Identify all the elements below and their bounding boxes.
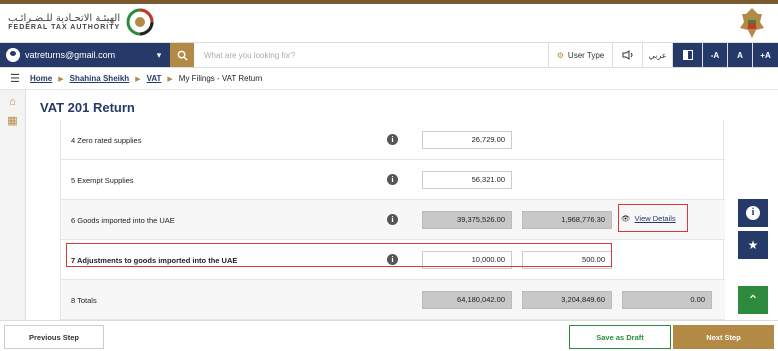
- breadcrumb-vat[interactable]: VAT: [147, 74, 162, 83]
- fta-emblem-icon: [126, 8, 154, 36]
- logo-english-text: FEDERAL TAX AUTHORITY: [8, 24, 121, 31]
- amount-field[interactable]: 26,729.00: [422, 131, 512, 149]
- uae-emblem-icon: [740, 8, 764, 38]
- page-title: VAT 201 Return: [40, 100, 135, 115]
- contrast-icon: [682, 50, 693, 60]
- breadcrumb-separator-icon: ▶: [167, 76, 173, 83]
- breadcrumb-bar: ☰ Home ▶ Shahina Sheikh ▶ VAT ▶ My Filings - V…: [0, 68, 778, 90]
- user-email: vatreturns@gmail.com: [25, 50, 116, 60]
- row-label: 6 Goods imported into the UAE: [71, 215, 175, 225]
- avatar-icon: [6, 48, 20, 62]
- site-header: الهيئـة الاتحـادية للـضـرائـب FEDERAL TA…: [0, 4, 778, 42]
- gear-icon: ⚙: [556, 50, 564, 60]
- highlight-box: [66, 243, 612, 267]
- search-input[interactable]: What are you looking for?: [194, 43, 549, 67]
- total-vat-field: 3,204,849.60: [522, 291, 612, 309]
- user-account-menu[interactable]: vatreturns@gmail.com: [0, 43, 148, 67]
- breadcrumb-user[interactable]: Shahina Sheikh: [70, 74, 130, 83]
- row-label: 4 Zero rated supplies: [71, 135, 142, 145]
- side-nav: ⌂ ▦: [0, 90, 26, 320]
- chevron-down-icon[interactable]: ▾: [148, 43, 170, 67]
- double-chevron-up-icon: ⌃: [747, 291, 759, 308]
- font-reset-button[interactable]: A: [728, 43, 753, 67]
- row-label: 8 Totals: [71, 295, 97, 305]
- top-toolbar: vatreturns@gmail.com ▾ What are you look…: [0, 42, 778, 68]
- breadcrumb-separator-icon: ▶: [58, 76, 64, 83]
- home-icon[interactable]: ⌂: [0, 96, 25, 108]
- previous-step-button[interactable]: Previous Step: [4, 325, 104, 349]
- next-step-button[interactable]: Next Step: [673, 325, 774, 349]
- search-button[interactable]: [170, 43, 194, 67]
- logo-arabic-text: الهيئـة الاتحـادية للـضـرائـب: [8, 13, 121, 24]
- breadcrumb-separator-icon: ▶: [135, 76, 141, 83]
- info-fab-button[interactable]: i: [738, 199, 768, 227]
- speaker-icon: [622, 50, 632, 60]
- row-label: 5 Exempt Supplies: [71, 175, 134, 185]
- font-decrease-button[interactable]: -A: [703, 43, 728, 67]
- vat-return-panel: 4 Zero rated supplies i 26,729.00 5 Exem…: [60, 120, 725, 320]
- breadcrumb-current: My Filings - VAT Return: [178, 74, 263, 83]
- save-as-draft-button[interactable]: Save as Draft: [569, 325, 671, 349]
- table-row: 5 Exempt Supplies i 56,321.00: [61, 160, 725, 200]
- grid-icon[interactable]: ▦: [0, 114, 25, 127]
- footer-actions: Previous Step Save as Draft Next Step: [0, 320, 778, 351]
- breadcrumb: Home ▶ Shahina Sheikh ▶ VAT ▶ My Filings - VAT…: [30, 74, 262, 83]
- table-row: 8 Totals 64,180,042.00 3,204,849.60 0.00: [61, 280, 725, 320]
- hamburger-menu-icon[interactable]: ☰: [0, 72, 30, 85]
- fta-logo[interactable]: الهيئـة الاتحـادية للـضـرائـب FEDERAL TA…: [8, 8, 154, 36]
- vat-amount-field: 1,968,776.30: [522, 211, 612, 229]
- info-icon[interactable]: i: [387, 174, 398, 185]
- total-amount-field: 64,180,042.00: [422, 291, 512, 309]
- amount-field: 39,375,526.00: [422, 211, 512, 229]
- info-icon: i: [746, 206, 760, 220]
- user-type-label: User Type: [567, 50, 605, 60]
- highlight-box: [618, 204, 688, 232]
- total-adjustment-field: 0.00: [622, 291, 712, 309]
- amount-field[interactable]: 56,321.00: [422, 171, 512, 189]
- contrast-button[interactable]: [673, 43, 703, 67]
- table-row: 4 Zero rated supplies i 26,729.00: [61, 120, 725, 160]
- breadcrumb-home[interactable]: Home: [30, 74, 52, 83]
- star-icon: ★: [747, 238, 759, 252]
- search-icon: [177, 50, 188, 61]
- speaker-button[interactable]: [613, 43, 643, 67]
- language-toggle[interactable]: عربي: [643, 43, 673, 67]
- scroll-top-button[interactable]: ⌃: [738, 286, 768, 314]
- info-icon[interactable]: i: [387, 134, 398, 145]
- font-increase-button[interactable]: +A: [753, 43, 778, 67]
- info-icon[interactable]: i: [387, 214, 398, 225]
- favorite-fab-button[interactable]: ★: [738, 231, 768, 259]
- user-type-button[interactable]: ⚙ User Type: [549, 43, 613, 67]
